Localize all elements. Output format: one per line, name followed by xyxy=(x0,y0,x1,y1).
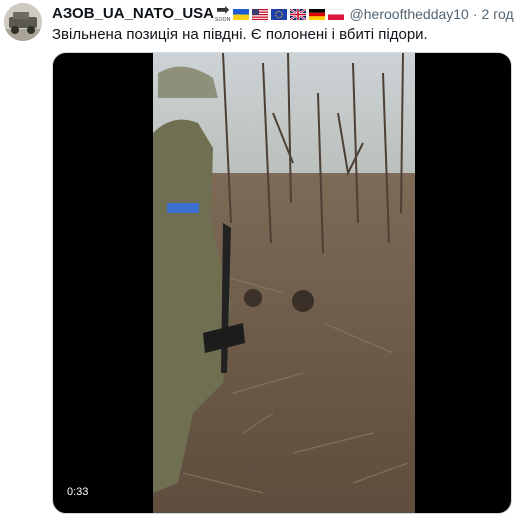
video-player[interactable]: 0:33 xyxy=(52,52,512,514)
separator-dot: · xyxy=(472,6,478,22)
poland-flag-icon xyxy=(327,8,344,20)
video-duration: 0:33 xyxy=(63,485,93,499)
usa-flag-icon xyxy=(251,8,268,20)
tweet: АЗОВ_UA_NATO_USA ➡ SOON @heroofthedday10… xyxy=(0,0,519,517)
soon-label: SOON xyxy=(215,17,231,23)
video-frame-image xyxy=(153,53,415,513)
soon-arrow-icon: ➡ SOON xyxy=(215,2,231,24)
eu-flag-icon xyxy=(270,8,287,20)
germany-flag-icon xyxy=(308,8,325,20)
display-name[interactable]: АЗОВ_UA_NATO_USA xyxy=(52,4,214,24)
tweet-header: АЗОВ_UA_NATO_USA ➡ SOON @heroofthedday10… xyxy=(52,2,514,24)
tweet-timestamp[interactable]: 2 год xyxy=(482,4,514,24)
user-handle[interactable]: @heroofthedday10 xyxy=(350,4,469,24)
tweet-text: Звільнена позиція на півдні. Є полонені … xyxy=(52,26,428,43)
ukraine-flag-icon xyxy=(232,8,249,20)
avatar[interactable] xyxy=(4,3,42,41)
flag-emoji-list xyxy=(232,8,344,20)
uk-flag-icon xyxy=(289,8,306,20)
